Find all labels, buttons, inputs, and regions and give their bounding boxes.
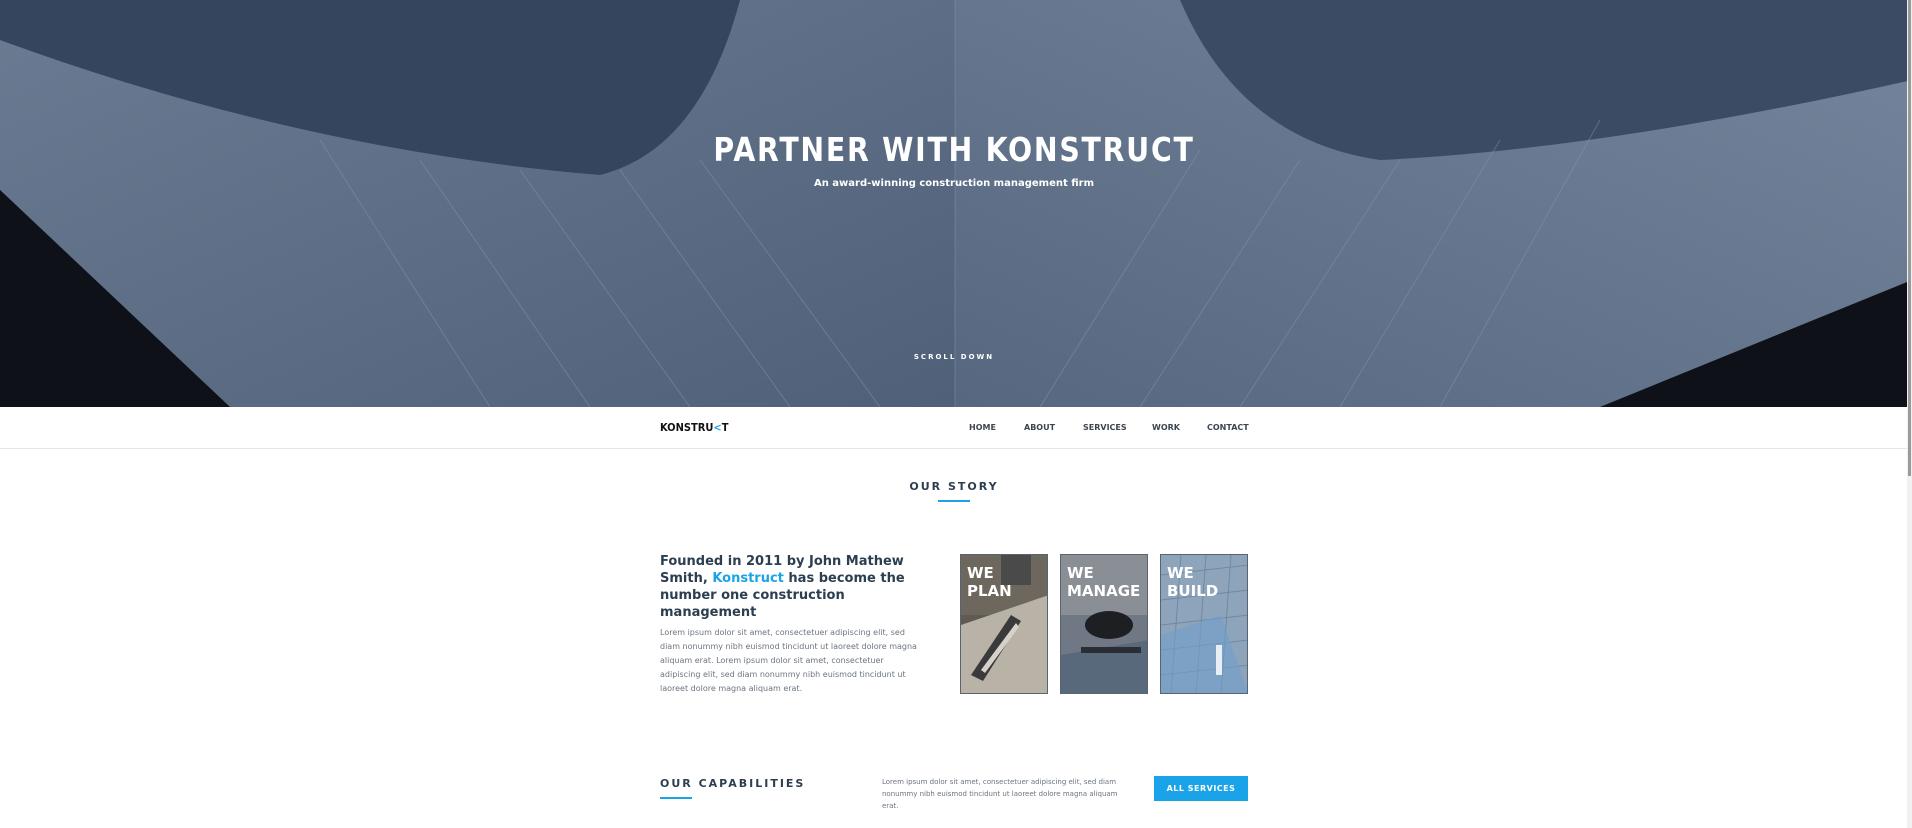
card-label: WE MANAGE bbox=[1067, 564, 1140, 600]
card-label: WE BUILD bbox=[1167, 564, 1218, 600]
hero-subtitle: An award-winning construction management… bbox=[813, 178, 1095, 189]
hero-background-image bbox=[0, 0, 1912, 407]
our-capabilities-title: OUR CAPABILITIES bbox=[660, 777, 806, 790]
story-body-text: Lorem ipsum dolor sit amet, consectetuer… bbox=[660, 628, 917, 693]
card-we-manage[interactable]: WE MANAGE bbox=[1060, 554, 1148, 694]
card-label-line2: MANAGE bbox=[1067, 582, 1141, 600]
nav-about[interactable]: ABOUT bbox=[1024, 423, 1055, 432]
scroll-down-link[interactable]: SCROLL DOWN bbox=[0, 353, 1908, 361]
hero-title: PARTNER WITH KONSTRUCT bbox=[713, 130, 1195, 169]
section-title-underline bbox=[938, 500, 970, 502]
card-we-build[interactable]: WE BUILD bbox=[1160, 554, 1248, 694]
site-logo[interactable]: KONSTRU<T bbox=[660, 421, 728, 434]
card-label-line1: WE bbox=[1167, 564, 1194, 582]
all-services-button[interactable]: ALL SERVICES bbox=[1154, 776, 1248, 801]
main-navbar: KONSTRU<T HOME ABOUT SERVICES WORK CONTA… bbox=[0, 407, 1907, 449]
card-label-line1: WE bbox=[1067, 564, 1094, 582]
capabilities-title-underline bbox=[660, 797, 692, 799]
logo-accent: < bbox=[713, 421, 722, 434]
logo-text: KONSTRU bbox=[660, 421, 714, 434]
card-we-plan[interactable]: WE PLAN bbox=[960, 554, 1048, 694]
page-scrollbar[interactable] bbox=[1907, 0, 1912, 828]
nav-contact[interactable]: CONTACT bbox=[1207, 423, 1249, 432]
capabilities-text: Lorem ipsum dolor sit amet, consectetuer… bbox=[882, 778, 1118, 810]
card-label-line1: WE bbox=[967, 564, 994, 582]
nav-services[interactable]: SERVICES bbox=[1083, 423, 1127, 432]
logo-text-end: T bbox=[721, 421, 729, 434]
card-label-line2: PLAN bbox=[967, 582, 1012, 600]
story-heading: Founded in 2011 by John Mathew Smith, Ko… bbox=[660, 553, 920, 621]
card-label: WE PLAN bbox=[967, 564, 1012, 600]
story-heading-brand: Konstruct bbox=[712, 571, 784, 586]
nav-home[interactable]: HOME bbox=[969, 423, 996, 432]
hero-section: PARTNER WITH KONSTRUCT An award-winning … bbox=[0, 0, 1912, 407]
our-story-title: OUR STORY bbox=[909, 480, 999, 493]
scrollbar-thumb[interactable] bbox=[1908, 0, 1911, 476]
card-label-line2: BUILD bbox=[1167, 582, 1219, 600]
nav-work[interactable]: WORK bbox=[1152, 423, 1180, 432]
